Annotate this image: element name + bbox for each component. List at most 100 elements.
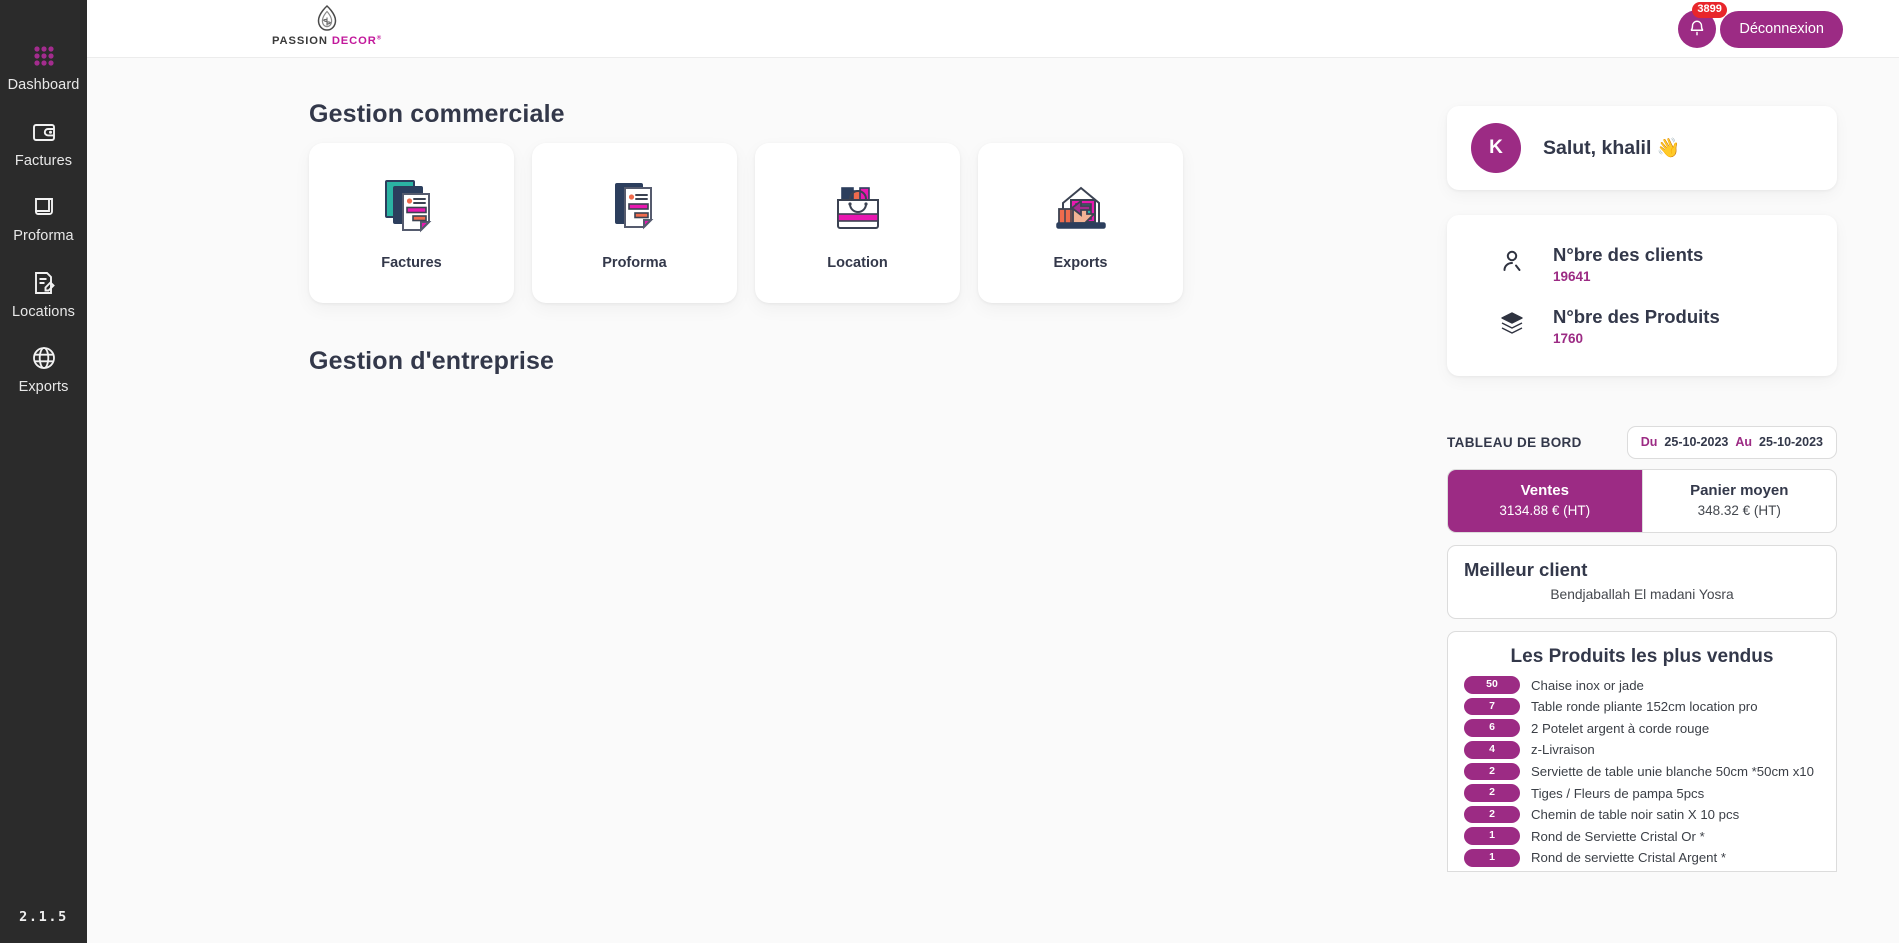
invoice-stack-icon <box>380 175 444 239</box>
product-qty-badge: 50 <box>1464 676 1520 694</box>
commercial-card-row: Factures Proforma Location Exports <box>309 143 1429 303</box>
main-region: PASSION DECOR® 3899 Déconnexion Gestion … <box>87 0 1899 943</box>
card-label: Location <box>827 255 888 271</box>
product-name: 2 Potelet argent à corde rouge <box>1531 720 1710 736</box>
toggle-ventes[interactable]: Ventes 3134.88 € (HT) <box>1448 470 1642 533</box>
sidebar-item-label: Proforma <box>13 228 74 244</box>
top-products-card: Les Produits les plus vendus 50 Chaise in… <box>1447 631 1837 872</box>
dashboard-header: TABLEAU DE BORD Du 25-10-2023 Au 25-10-2… <box>1447 426 1837 460</box>
toggle-value: 3134.88 € (HT) <box>1499 503 1591 519</box>
logout-button[interactable]: Déconnexion <box>1720 10 1843 48</box>
logo-registered-mark: ® <box>376 35 383 42</box>
notifications-button[interactable]: 3899 <box>1678 2 1727 48</box>
sidebar-item-label: Locations <box>12 303 75 320</box>
stat-value: 1760 <box>1553 331 1584 347</box>
product-qty-badge: 7 <box>1464 697 1520 716</box>
left-column: Gestion commerciale Factures Proforma Lo… <box>87 58 1429 943</box>
stat-produits: N°bre des Produits 1760 <box>1447 305 1837 346</box>
top-header: PASSION DECOR® 3899 Déconnexion <box>87 0 1899 58</box>
card-label: Factures <box>381 255 442 271</box>
wallet-icon <box>29 117 59 147</box>
product-name: Chemin de table noir satin X 10 pcs <box>1531 807 1740 823</box>
card-proforma[interactable]: Proforma <box>532 143 737 303</box>
product-row: 2 Tiges / Fleurs de pampa 5pcs <box>1464 784 1820 802</box>
logo-primary-text: PASSION <box>271 35 328 47</box>
sidebar-item-label: Exports <box>18 379 69 395</box>
sidebar-item-label: Factures <box>14 152 73 169</box>
card-factures[interactable]: Factures <box>309 143 514 303</box>
section-title-commercial: Gestion commerciale <box>309 100 565 128</box>
date-from-label: Du <box>1640 435 1658 450</box>
dashboard-title: TABLEAU DE BORD <box>1447 435 1582 451</box>
date-from-value[interactable]: 25-10-2023 <box>1664 435 1728 449</box>
sidebar-item-dashboard[interactable]: Dashboard <box>0 30 87 106</box>
brand-logo-text: PASSION DECOR® <box>272 35 382 47</box>
top-products-list: 50 Chaise inox or jade 7 Table ronde pliant… <box>1464 676 1820 867</box>
stat-body: N°bre des Produits 1760 <box>1553 305 1720 346</box>
stat-value: 19641 <box>1553 269 1591 285</box>
date-to-value[interactable]: 25-10-2023 <box>1759 435 1823 449</box>
top-products-title: Les Produits les plus vendus <box>1510 646 1774 668</box>
proforma-document-icon <box>603 175 667 239</box>
product-name: Chaise inox or jade <box>1531 677 1644 693</box>
product-row: 4 z-Livraison <box>1464 741 1820 759</box>
product-row: 6 2 Potelet argent à corde rouge <box>1464 719 1820 738</box>
stat-label: N°bre des clients <box>1553 244 1704 265</box>
toggle-value: 348.32 € (HT) <box>1697 503 1781 519</box>
shopping-bag-icon <box>826 175 890 239</box>
sidebar-item-exports[interactable]: Exports <box>0 332 87 408</box>
sidebar-item-label: Dashboard <box>7 77 80 93</box>
product-qty-badge: 2 <box>1464 762 1520 781</box>
product-row: 2 Chemin de table noir satin X 10 pcs <box>1464 805 1820 824</box>
globe-icon <box>29 343 59 373</box>
toggle-title: Ventes <box>1520 482 1569 500</box>
card-location[interactable]: Location <box>755 143 960 303</box>
product-qty-badge: 1 <box>1464 827 1520 845</box>
right-panel: K Salut, khalil 👋 N°bre des clients 1964… <box>1429 58 1899 943</box>
product-name: z-Livraison <box>1531 742 1595 758</box>
app-root: Dashboard Factures Proforma Locations Ex… <box>0 0 1899 943</box>
card-label: Exports <box>1053 255 1108 271</box>
greeting-card: K Salut, khalil 👋 <box>1447 106 1837 190</box>
product-name: Rond de serviette Cristal Argent * <box>1531 850 1726 866</box>
best-client-title: Meilleur client <box>1464 559 1588 581</box>
sidebar-item-proforma[interactable]: Proforma <box>0 181 87 257</box>
toggle-title: Panier moyen <box>1690 482 1789 500</box>
sidebar-item-factures[interactable]: Factures <box>0 106 87 182</box>
product-name: Rond de Serviette Cristal Or * <box>1531 828 1705 844</box>
waving-hand-icon: 👋 <box>1656 138 1681 159</box>
bell-icon <box>1688 19 1706 40</box>
content-area: Gestion commerciale Factures Proforma Lo… <box>87 58 1899 943</box>
stats-card: N°bre des clients 19641 N°bre des Produi… <box>1447 215 1837 377</box>
stat-label: N°bre des Produits <box>1553 306 1720 328</box>
product-row: 2 Serviette de table unie blanche 50cm *5… <box>1464 762 1820 781</box>
product-row: 1 Rond de Serviette Cristal Or * <box>1464 827 1820 845</box>
header-actions: 3899 Déconnexion <box>1678 0 1843 58</box>
warehouse-export-icon <box>1049 175 1113 239</box>
date-range-picker[interactable]: Du 25-10-2023 Au 25-10-2023 <box>1626 426 1837 460</box>
product-qty-badge: 6 <box>1464 719 1520 738</box>
app-version: 2.1.5 <box>19 909 68 925</box>
card-exports[interactable]: Exports <box>978 143 1183 303</box>
product-name: Serviette de table unie blanche 50cm *50… <box>1531 763 1814 779</box>
card-label: Proforma <box>602 255 667 271</box>
logo-secondary-text: DECOR <box>331 35 377 47</box>
product-row: 1 Rond de serviette Cristal Argent * <box>1464 849 1820 867</box>
edit-document-icon <box>29 268 59 298</box>
notification-badge: 3899 <box>1692 2 1727 18</box>
product-qty-badge: 4 <box>1464 741 1520 759</box>
document-scroll-icon <box>29 192 59 222</box>
stat-body: N°bre des clients 19641 <box>1553 243 1703 284</box>
product-qty-badge: 2 <box>1464 784 1520 802</box>
brand-logo[interactable]: PASSION DECOR® <box>272 4 382 47</box>
stat-clients: N°bre des clients 19641 <box>1447 243 1837 284</box>
section-title-entreprise: Gestion d'entreprise <box>309 347 555 375</box>
product-name: Tiges / Fleurs de pampa 5pcs <box>1531 785 1705 801</box>
user-icon <box>1499 248 1525 274</box>
product-name: Table ronde pliante 152cm location pro <box>1531 699 1758 715</box>
best-client-name: Bendjaballah El madani Yosra <box>1550 587 1734 603</box>
best-client-card: Meilleur client Bendjaballah El madani Y… <box>1447 545 1837 620</box>
product-row: 50 Chaise inox or jade <box>1464 676 1820 694</box>
toggle-panier-moyen[interactable]: Panier moyen 348.32 € (HT) <box>1643 470 1837 532</box>
sidebar-item-locations[interactable]: Locations <box>0 257 87 333</box>
